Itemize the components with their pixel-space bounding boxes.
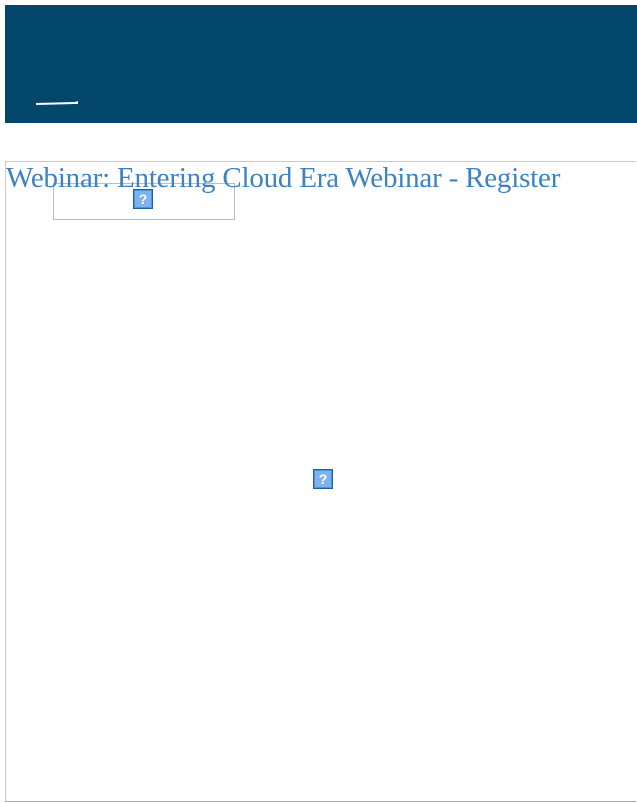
svg-text:?: ? <box>139 191 148 207</box>
site-header <box>5 5 637 123</box>
broken-image-icon[interactable]: ? <box>133 189 153 209</box>
dash-logo-icon <box>36 101 78 105</box>
broken-image-icon[interactable]: ? <box>313 469 333 489</box>
webinar-register-link[interactable]: Webinar: Entering Cloud Era Webinar - Re… <box>6 160 560 196</box>
svg-text:?: ? <box>319 471 328 487</box>
